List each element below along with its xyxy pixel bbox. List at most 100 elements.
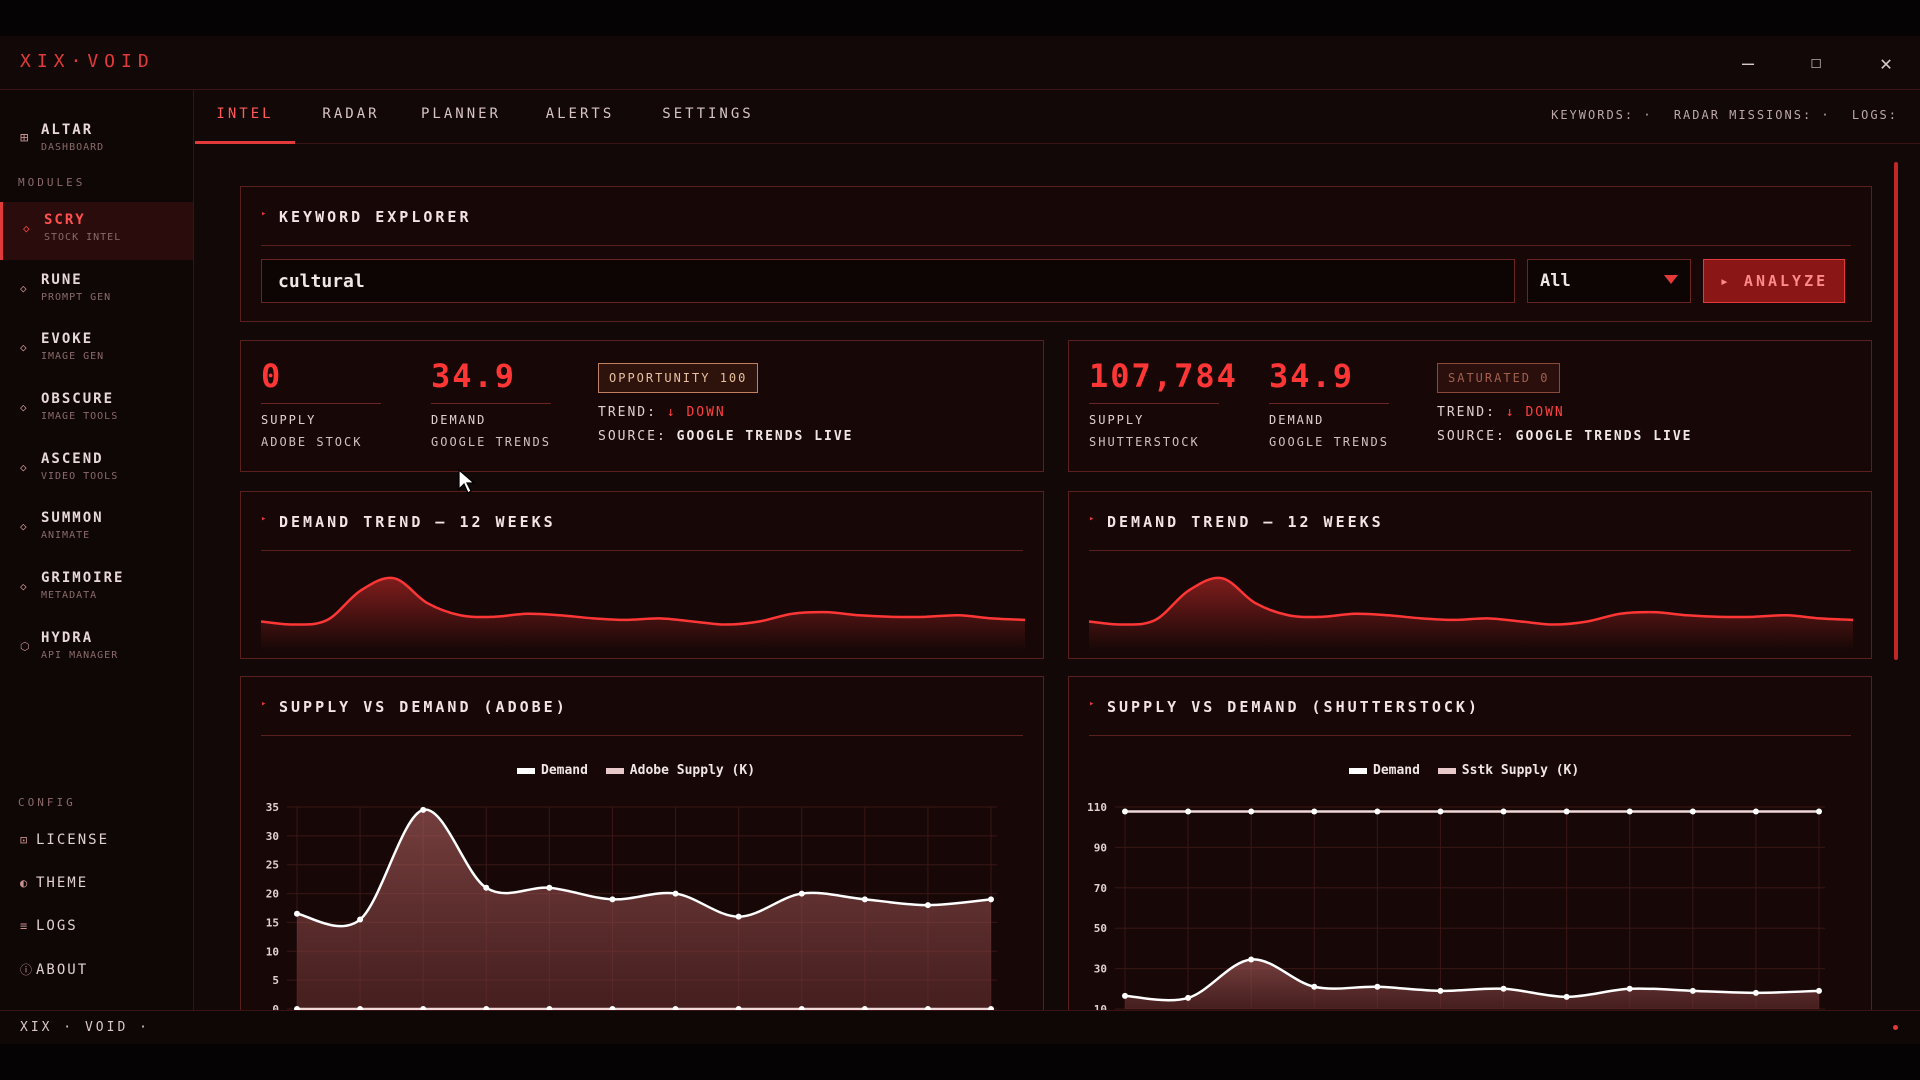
config-item-label: THEME [36, 875, 89, 891]
supply-label: SUPPLY [1089, 413, 1145, 427]
sidebar-item-obscure[interactable]: ◇ OBSCURE IMAGE TOOLS [0, 381, 193, 439]
title-bar: XIX·VOID — ☐ ✕ [0, 36, 1920, 90]
demand-trend-panel-shutterstock: ▸ DEMAND TREND — 12 WEEKS [1068, 491, 1872, 659]
app-window: XIX·VOID — ☐ ✕ ⊞ ALTAR DASHBOARD MODULES… [0, 36, 1920, 1044]
logs-counter: LOGS: [1851, 108, 1898, 122]
data-point [1689, 987, 1696, 994]
panel-title: DEMAND TREND — 12 WEEKS [279, 513, 556, 531]
sidebar-item-sub: API MANAGER [41, 650, 119, 661]
select-value: All [1540, 271, 1571, 291]
data-point [1816, 987, 1822, 994]
diamond-icon: ◇ [20, 461, 27, 474]
config-item-logs[interactable]: ≡ LOGS [20, 918, 190, 942]
tab-intel[interactable]: INTEL [195, 90, 295, 144]
divider [261, 735, 1023, 736]
sidebar-item-altar[interactable]: ⊞ ALTAR DASHBOARD [0, 112, 193, 170]
data-point [1122, 992, 1128, 999]
minimize-button[interactable]: — [1728, 46, 1768, 80]
data-point [1374, 983, 1381, 990]
theme-icon: ◐ [20, 876, 30, 890]
saturated-badge: SATURATED 0 [1437, 363, 1561, 393]
status-dot-icon [1893, 1025, 1898, 1030]
source-label: SOURCE: [1437, 429, 1506, 444]
sidebar-item-hydra[interactable]: ⬡ HYDRA API MANAGER [0, 620, 193, 678]
source-row: SOURCE: GOOGLE TRENDS LIVE [1437, 429, 1693, 444]
sidebar-item-sub: DASHBOARD [41, 142, 105, 153]
sidebar-item-sub: IMAGE TOOLS [41, 411, 119, 422]
keyword-input[interactable] [261, 259, 1515, 303]
logs-icon: ≡ [20, 919, 30, 933]
config-item-theme[interactable]: ◐ THEME [20, 875, 190, 899]
y-tick-label: 90 [1094, 841, 1107, 854]
bullet-icon: ▸ [1089, 514, 1095, 524]
sidebar-item-evoke[interactable]: ◇ EVOKE IMAGE GEN [0, 321, 193, 379]
config-item-license[interactable]: ⊡ LICENSE [20, 832, 190, 856]
platform-select[interactable]: All [1527, 259, 1691, 303]
supply-demand-panel-shutterstock: ▸ SUPPLY VS DEMAND (SHUTTERSTOCK) Demand… [1068, 676, 1872, 1026]
diamond-icon: ◇ [20, 282, 27, 295]
divider [431, 403, 551, 404]
source-value: GOOGLE TRENDS LIVE [676, 429, 854, 444]
sidebar-item-label: ASCEND [41, 451, 104, 467]
config-heading: CONFIG [18, 796, 76, 809]
divider [261, 245, 1851, 246]
tab-planner[interactable]: PLANNER [401, 90, 521, 144]
sidebar-item-label: SUMMON [41, 510, 104, 526]
diamond-icon: ◇ [23, 222, 30, 235]
modules-heading: MODULES [18, 176, 86, 189]
sidebar-item-scry[interactable]: ◇ SCRY STOCK INTEL [0, 202, 193, 260]
legend-swatch [1437, 767, 1456, 774]
diamond-icon: ◇ [20, 520, 27, 533]
divider [1089, 403, 1219, 404]
tab-radar[interactable]: RADAR [301, 90, 401, 144]
data-point [1500, 808, 1507, 815]
chart-legend: Demand Adobe Supply (K) [517, 763, 755, 778]
config-item-label: LOGS [36, 918, 78, 934]
adobe-metrics-panel: 0 SUPPLY ADOBE STOCK 34.9 DEMAND GOOGLE … [240, 340, 1044, 472]
sidebar-item-rune[interactable]: ◇ RUNE PROMPT GEN [0, 262, 193, 320]
data-point [483, 884, 490, 891]
sidebar-item-label: EVOKE [41, 331, 94, 347]
close-button[interactable]: ✕ [1866, 46, 1906, 80]
divider [261, 550, 1023, 551]
legend-label: Sstk Supply (K) [1461, 763, 1580, 778]
y-tick-label: 20 [266, 888, 279, 901]
content-scrollbar[interactable] [1894, 162, 1898, 660]
demand-label: DEMAND [1269, 413, 1325, 427]
sidebar-item-label: HYDRA [41, 630, 94, 646]
sidebar-item-ascend[interactable]: ◇ ASCEND VIDEO TOOLS [0, 441, 193, 499]
y-tick-label: 15 [266, 916, 279, 929]
mouse-cursor-icon [458, 469, 476, 494]
chevron-down-icon [1664, 275, 1678, 284]
demand-label: DEMAND [431, 413, 487, 427]
bullet-icon: ▸ [261, 209, 267, 219]
bullet-icon: ▸ [261, 514, 267, 524]
info-icon: ⓘ [20, 963, 35, 977]
sidebar-item-sub: PROMPT GEN [41, 292, 112, 303]
supply-label: SUPPLY [261, 413, 317, 427]
sidebar-item-label: RUNE [41, 272, 83, 288]
demand-trend-panel-adobe: ▸ DEMAND TREND — 12 WEEKS [240, 491, 1044, 659]
analyze-button[interactable]: ▸ ANALYZE [1703, 259, 1845, 303]
data-point [1752, 808, 1759, 815]
tab-settings[interactable]: SETTINGS [643, 90, 773, 144]
legend-swatch [605, 767, 624, 774]
config-item-about[interactable]: ⓘ ABOUT [20, 961, 190, 985]
data-point [861, 896, 868, 903]
trend-row: TREND: ↓ DOWN [598, 405, 726, 420]
sidebar-item-grimoire[interactable]: ◇ GRIMOIRE METADATA [0, 560, 193, 618]
keyword-explorer-panel: ▸ KEYWORD EXPLORER All ▸ ANALYZE [240, 186, 1872, 322]
maximize-button[interactable]: ☐ [1796, 46, 1836, 80]
sidebar-item-summon[interactable]: ◇ SUMMON ANIMATE [0, 500, 193, 558]
data-point [546, 884, 553, 891]
tab-alerts[interactable]: ALERTS [525, 90, 635, 144]
trend-value: ↓ DOWN [1505, 405, 1565, 420]
bullet-icon: ▸ [1089, 699, 1095, 709]
data-point [1437, 808, 1444, 815]
demand-source: GOOGLE TRENDS [431, 435, 551, 449]
status-bar: XIX · VOID · [0, 1010, 1920, 1044]
trend-label: TREND: [598, 405, 657, 420]
y-tick-label: 30 [266, 830, 279, 843]
data-point [798, 890, 805, 897]
sparkline-area [261, 577, 1025, 650]
